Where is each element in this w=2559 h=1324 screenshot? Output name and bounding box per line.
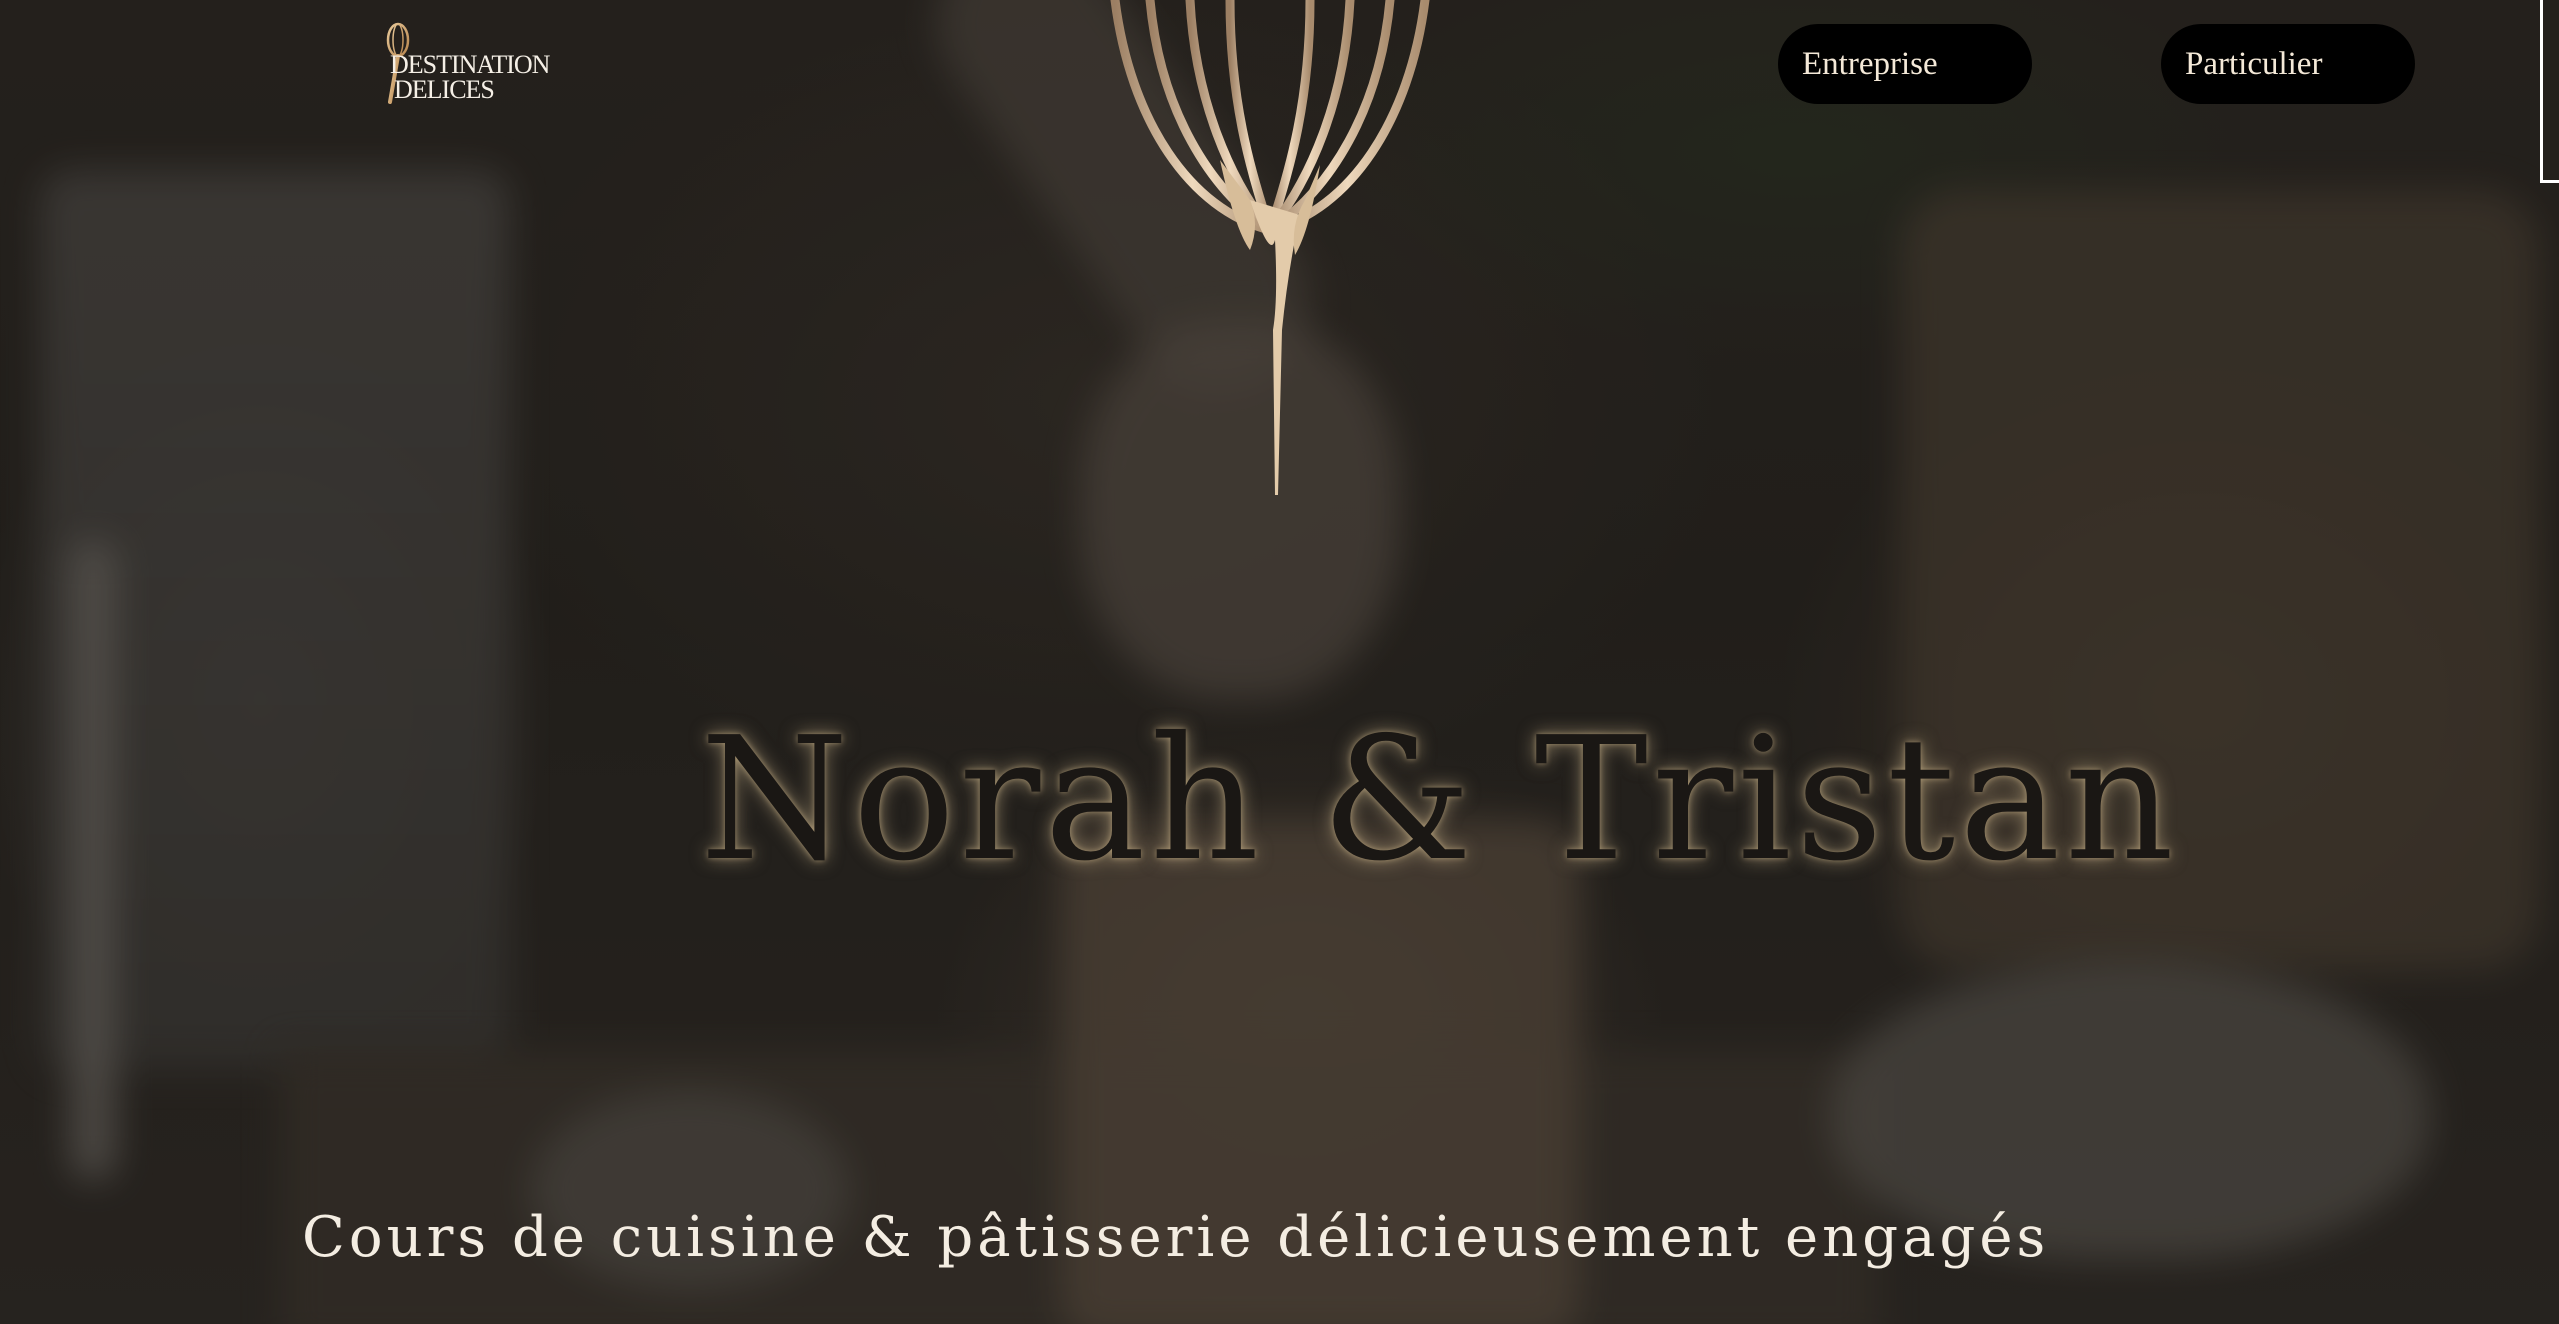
whisk-dripping-icon [1110, 0, 1430, 495]
scrollbar-indicator[interactable] [2540, 0, 2559, 183]
logo-text-line2: DELICES [394, 75, 495, 104]
hero-title: Norah & Tristan [700, 701, 2179, 899]
hero-subtitle: Cours de cuisine & pâtisserie délicieuse… [302, 1205, 2050, 1270]
entreprise-button[interactable]: Entreprise [1778, 24, 2032, 104]
particulier-button[interactable]: Particulier [2161, 24, 2415, 104]
hero-section: DESTINATION DELICES Entreprise Particuli… [0, 0, 2559, 1324]
site-logo[interactable]: DESTINATION DELICES [378, 22, 550, 108]
